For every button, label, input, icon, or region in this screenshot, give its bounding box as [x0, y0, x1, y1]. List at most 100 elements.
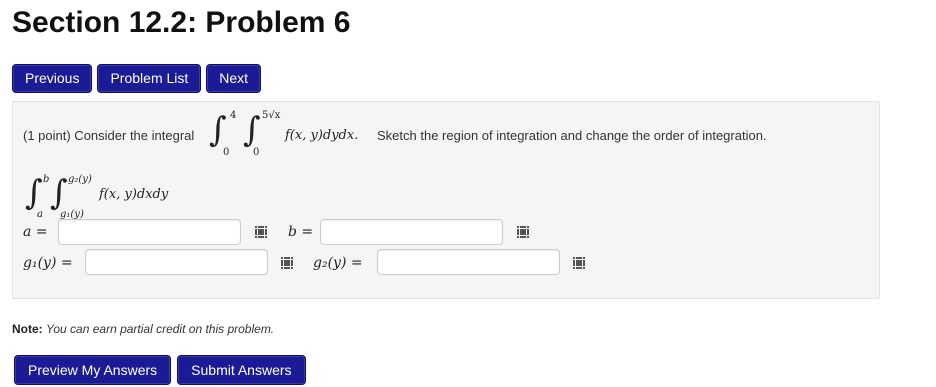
- target-inner-upper-limit: g₂(y): [68, 174, 92, 185]
- a-input[interactable]: [58, 219, 241, 245]
- target-outer-lower-limit: a: [37, 209, 43, 220]
- note-text: You can earn partial credit on this prob…: [46, 322, 275, 336]
- outer-upper-limit: 4: [230, 110, 237, 121]
- target-integrand: f(x, y)dxdy: [99, 187, 169, 202]
- inner-integral-sign: ∫: [243, 110, 261, 150]
- given-integrand: f(x, y)dydx.: [285, 128, 359, 143]
- grid-dot: [573, 263, 576, 266]
- grid-dot: [290, 266, 293, 269]
- preview-answers-button[interactable]: Preview My Answers: [14, 355, 172, 385]
- grid-dot: [576, 260, 579, 263]
- grid-dot: [284, 266, 287, 269]
- grid-dot: [290, 257, 293, 260]
- grid-dot: [287, 263, 290, 266]
- grid-dot: [576, 266, 579, 269]
- grid-dot: [520, 229, 523, 232]
- grid-dot: [576, 257, 579, 260]
- a-equation-editor-grid-icon[interactable]: [255, 226, 267, 238]
- next-button[interactable]: Next: [206, 64, 262, 93]
- grid-dot: [526, 235, 529, 238]
- g2-label: g₂(y) =: [313, 255, 363, 271]
- grid-dot: [255, 229, 258, 232]
- target-outer-integral-sign: ∫: [25, 173, 43, 213]
- grid-dot: [284, 257, 287, 260]
- grid-dot: [573, 257, 576, 260]
- grid-dot: [582, 257, 585, 260]
- a-label: a =: [23, 224, 48, 240]
- grid-dot: [281, 266, 284, 269]
- grid-dot: [255, 226, 258, 229]
- grid-dot: [264, 229, 267, 232]
- submit-answers-button[interactable]: Submit Answers: [177, 355, 306, 385]
- grid-dot: [258, 232, 261, 235]
- grid-dot: [290, 260, 293, 263]
- b-input[interactable]: [320, 219, 503, 245]
- partial-credit-note: Note: You can earn partial credit on thi…: [12, 322, 274, 336]
- b-label: b =: [288, 224, 314, 240]
- grid-dot: [258, 226, 261, 229]
- outer-integral-sign: ∫: [209, 110, 227, 150]
- grid-dot: [281, 263, 284, 266]
- grid-dot: [261, 229, 264, 232]
- answer-actions: Preview My Answers Submit Answers: [14, 355, 306, 385]
- grid-dot: [284, 263, 287, 266]
- problem-body: (1 point) Consider the integral ∫ 4 0 ∫ …: [12, 101, 880, 299]
- grid-dot: [523, 235, 526, 238]
- grid-dot: [579, 263, 582, 266]
- grid-dot: [576, 263, 579, 266]
- b-equation-editor-grid-icon[interactable]: [517, 226, 529, 238]
- grid-dot: [582, 266, 585, 269]
- grid-dot: [264, 226, 267, 229]
- grid-dot: [287, 260, 290, 263]
- grid-dot: [287, 266, 290, 269]
- g1-equation-editor-grid-icon[interactable]: [281, 257, 293, 269]
- grid-dot: [258, 235, 261, 238]
- grid-dot: [526, 232, 529, 235]
- grid-dot: [517, 235, 520, 238]
- grid-dot: [526, 229, 529, 232]
- grid-dot: [264, 232, 267, 235]
- grid-dot: [290, 263, 293, 266]
- grid-dot: [281, 260, 284, 263]
- inner-lower-limit: 0: [253, 147, 260, 158]
- grid-dot: [579, 266, 582, 269]
- grid-dot: [261, 232, 264, 235]
- g2-equation-editor-grid-icon[interactable]: [573, 257, 585, 269]
- grid-dot: [517, 232, 520, 235]
- grid-dot: [579, 257, 582, 260]
- g1-input[interactable]: [85, 249, 268, 275]
- grid-dot: [281, 257, 284, 260]
- grid-dot: [517, 226, 520, 229]
- target-outer-upper-limit: b: [43, 174, 50, 185]
- grid-dot: [255, 232, 258, 235]
- grid-dot: [523, 232, 526, 235]
- grid-dot: [526, 226, 529, 229]
- grid-dot: [287, 257, 290, 260]
- grid-dot: [517, 229, 520, 232]
- grid-dot: [579, 260, 582, 263]
- g2-input[interactable]: [377, 249, 560, 275]
- grid-dot: [520, 235, 523, 238]
- grid-dot: [582, 260, 585, 263]
- grid-dot: [520, 232, 523, 235]
- problem-points-text: (1 point) Consider the integral: [23, 128, 195, 143]
- note-label: Note:: [12, 322, 43, 336]
- previous-button[interactable]: Previous: [12, 64, 93, 93]
- grid-dot: [264, 235, 267, 238]
- grid-dot: [523, 226, 526, 229]
- grid-dot: [255, 235, 258, 238]
- g1-label: g₁(y) =: [23, 255, 73, 271]
- grid-dot: [573, 266, 576, 269]
- grid-dot: [523, 229, 526, 232]
- instruction-text: Sketch the region of integration and cha…: [377, 128, 767, 143]
- grid-dot: [258, 229, 261, 232]
- problem-nav: Previous Problem List Next: [12, 64, 262, 93]
- problem-list-button[interactable]: Problem List: [97, 64, 202, 93]
- page-title: Section 12.2: Problem 6: [12, 6, 351, 39]
- grid-dot: [261, 226, 264, 229]
- inner-upper-limit: 5√x: [262, 110, 281, 121]
- grid-dot: [284, 260, 287, 263]
- grid-dot: [573, 260, 576, 263]
- outer-lower-limit: 0: [223, 147, 230, 158]
- target-inner-integral-sign: ∫: [50, 173, 68, 213]
